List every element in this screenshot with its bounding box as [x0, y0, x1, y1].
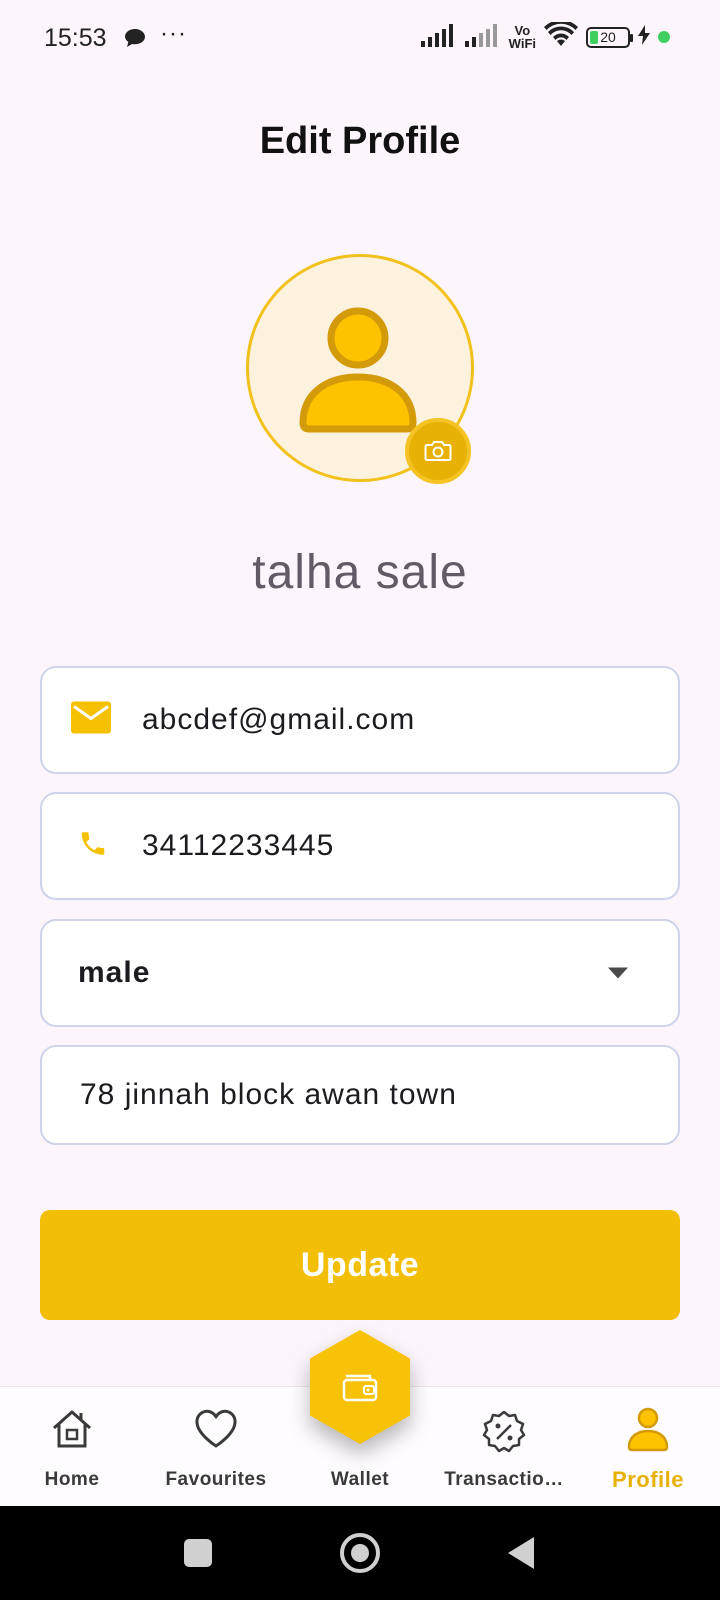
charging-icon [638, 24, 650, 50]
profile-name: talha sale [252, 546, 468, 599]
person-icon [299, 307, 417, 433]
status-time: 15:53 [44, 24, 107, 52]
signal-icon [464, 23, 501, 52]
email-field[interactable]: abcdef@gmail.com [40, 666, 680, 774]
nav-item-profile[interactable]: Profile [576, 1387, 720, 1507]
nav-label-home: Home [44, 1469, 100, 1490]
gender-value: male [78, 956, 151, 989]
status-icons: Vo WiFi 20 [420, 19, 670, 54]
person-icon [626, 1407, 670, 1458]
phone-icon [78, 829, 108, 864]
phone-field[interactable]: 34112233445 [40, 792, 680, 900]
mail-icon [70, 701, 112, 740]
address-field[interactable]: 78 jinnah block awan town [40, 1045, 680, 1145]
battery-icon: 20 [586, 26, 633, 48]
phone-value: 34112233445 [142, 829, 335, 862]
discount-badge-icon [481, 1409, 527, 1460]
nav-item-home[interactable]: Home [0, 1387, 144, 1507]
home-button[interactable] [340, 1533, 380, 1573]
wallet-fab[interactable] [310, 1330, 410, 1444]
vowifi-bottom: WiFi [508, 36, 536, 51]
change-photo-button[interactable] [405, 418, 471, 484]
nav-label-favourites: Favourites [165, 1469, 267, 1490]
nav-label-transactions: Transactio… [444, 1469, 564, 1490]
wifi-icon [544, 19, 578, 53]
home-icon [50, 1409, 94, 1454]
system-nav-bar [0, 1506, 720, 1600]
update-button[interactable]: Update [40, 1210, 680, 1320]
privacy-indicator-dot [658, 31, 670, 43]
address-value: 78 jinnah block awan town [80, 1078, 457, 1111]
nav-item-favourites[interactable]: Favourites [144, 1387, 288, 1507]
camera-icon [424, 441, 452, 461]
dropdown-arrow-icon [608, 967, 628, 979]
wallet-hexagon[interactable] [310, 1330, 410, 1444]
message-icon [124, 28, 146, 53]
gender-select[interactable]: male [40, 919, 680, 1027]
battery-level: 20 [600, 28, 616, 45]
email-value: abcdef@gmail.com [142, 703, 416, 736]
wallet-icon [342, 1374, 378, 1402]
page-title: Edit Profile [259, 120, 461, 162]
status-bar: 15:53 ··· Vo WiFi 20 [0, 0, 720, 78]
heart-icon [194, 1409, 238, 1454]
more-notifications-icon: ··· [160, 20, 187, 47]
nav-label-profile: Profile [612, 1467, 684, 1492]
nav-label-wallet: Wallet [330, 1469, 390, 1490]
nav-item-transactions[interactable]: Transactio… [432, 1387, 576, 1507]
recent-apps-button[interactable] [184, 1539, 212, 1567]
back-button[interactable] [508, 1537, 534, 1569]
signal-icon [420, 23, 457, 52]
vowifi-icon: Vo WiFi [509, 24, 536, 50]
